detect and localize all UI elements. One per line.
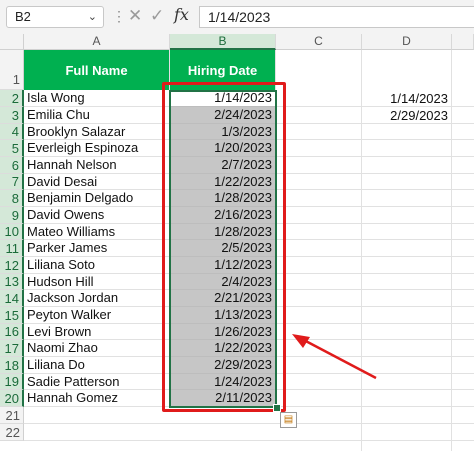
annotation-arrow <box>292 334 377 380</box>
arrow-shaft <box>299 336 377 380</box>
arrow-head <box>292 334 310 348</box>
